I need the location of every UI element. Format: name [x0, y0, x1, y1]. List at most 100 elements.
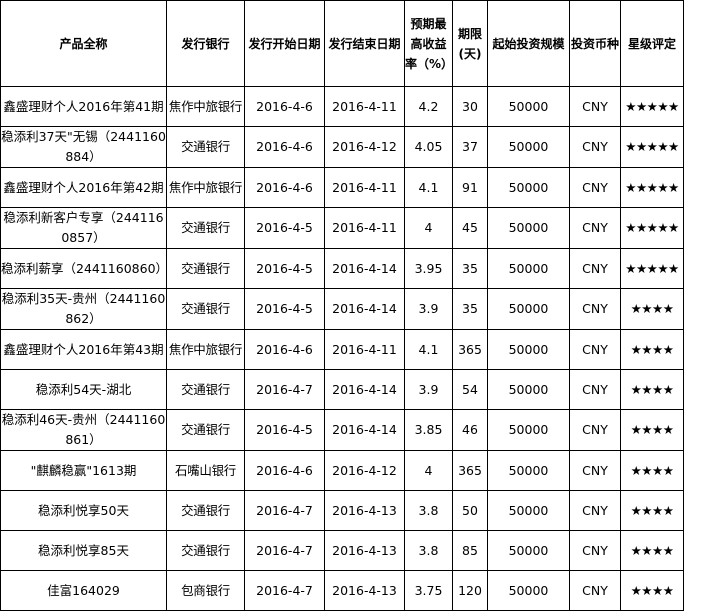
cell-product-name: "麒麟稳赢"1613期: [0, 450, 167, 491]
cell-star-rating: ★★★★★: [620, 207, 684, 249]
cell-start-date: 2016-4-6: [244, 450, 325, 491]
cell-issuing-bank: 石嘴山银行: [166, 450, 245, 491]
cell-min-investment: 50000: [487, 167, 570, 208]
cell-start-date: 2016-4-5: [244, 207, 325, 249]
cell-product-name: 鑫盛理财个人2016年第43期: [0, 329, 167, 370]
cell-end-date: 2016-4-14: [324, 248, 405, 289]
table-row: 稳添利46天-贵州（2441160861） 交通银行 2016-4-5 2016-4-…: [0, 409, 684, 451]
cell-product-name: 稳添利54天-湖北: [0, 369, 167, 410]
cell-expected-yield: 4.2: [404, 86, 453, 127]
cell-start-date: 2016-4-5: [244, 288, 325, 330]
cell-issuing-bank: 交通银行: [166, 207, 245, 249]
cell-end-date: 2016-4-14: [324, 409, 405, 451]
cell-start-date: 2016-4-6: [244, 126, 325, 168]
cell-star-rating: ★★★★: [620, 490, 684, 531]
cell-issuing-bank: 交通银行: [166, 409, 245, 451]
cell-star-rating: ★★★★: [620, 329, 684, 370]
cell-min-investment: 50000: [487, 248, 570, 289]
header-row: 产品全称 发行银行 发行开始日期 发行结束日期 预期最高收益率（%） 期限(天)…: [0, 0, 684, 87]
cell-min-investment: 50000: [487, 570, 570, 611]
cell-product-name: 稳添利新客户专享（2441160857）: [0, 207, 167, 249]
cell-currency: CNY: [569, 126, 621, 168]
cell-end-date: 2016-4-13: [324, 530, 405, 571]
table-row: 稳添利悦享85天 交通银行 2016-4-7 2016-4-13 3.8 85 50000 C…: [0, 530, 684, 571]
cell-min-investment: 50000: [487, 369, 570, 410]
header-term-days: 期限(天): [452, 0, 488, 87]
cell-min-investment: 50000: [487, 490, 570, 531]
cell-issuing-bank: 焦作中旅银行: [166, 86, 245, 127]
cell-end-date: 2016-4-12: [324, 450, 405, 491]
cell-currency: CNY: [569, 207, 621, 249]
cell-issuing-bank: 包商银行: [166, 570, 245, 611]
cell-expected-yield: 3.8: [404, 490, 453, 531]
cell-issuing-bank: 焦作中旅银行: [166, 167, 245, 208]
cell-currency: CNY: [569, 167, 621, 208]
header-product-name: 产品全称: [0, 0, 167, 87]
cell-term-days: 46: [452, 409, 488, 451]
cell-product-name: 稳添利46天-贵州（2441160861）: [0, 409, 167, 451]
cell-min-investment: 50000: [487, 530, 570, 571]
cell-end-date: 2016-4-12: [324, 126, 405, 168]
cell-expected-yield: 4.1: [404, 329, 453, 370]
cell-start-date: 2016-4-5: [244, 409, 325, 451]
cell-issuing-bank: 交通银行: [166, 490, 245, 531]
cell-start-date: 2016-4-7: [244, 369, 325, 410]
table-row: "麒麟稳赢"1613期 石嘴山银行 2016-4-6 2016-4-12 4 365 500…: [0, 450, 684, 491]
cell-end-date: 2016-4-13: [324, 570, 405, 611]
cell-product-name: 鑫盛理财个人2016年第41期: [0, 86, 167, 127]
cell-term-days: 37: [452, 126, 488, 168]
cell-currency: CNY: [569, 490, 621, 531]
cell-term-days: 35: [452, 248, 488, 289]
cell-currency: CNY: [569, 329, 621, 370]
cell-issuing-bank: 交通银行: [166, 248, 245, 289]
cell-expected-yield: 4: [404, 450, 453, 491]
cell-expected-yield: 3.75: [404, 570, 453, 611]
cell-start-date: 2016-4-5: [244, 248, 325, 289]
table-row: 稳添利35天-贵州（2441160862） 交通银行 2016-4-5 2016-4-…: [0, 288, 684, 330]
cell-start-date: 2016-4-7: [244, 570, 325, 611]
cell-star-rating: ★★★★★: [620, 248, 684, 289]
cell-end-date: 2016-4-11: [324, 329, 405, 370]
table-row: 稳添利37天"无锡（2441160884） 交通银行 2016-4-6 2016-4-…: [0, 126, 684, 168]
cell-expected-yield: 4.1: [404, 167, 453, 208]
cell-star-rating: ★★★★: [620, 530, 684, 571]
cell-star-rating: ★★★★: [620, 369, 684, 410]
cell-min-investment: 50000: [487, 86, 570, 127]
cell-star-rating: ★★★★: [620, 288, 684, 330]
header-star-rating: 星级评定: [620, 0, 684, 87]
cell-expected-yield: 3.95: [404, 248, 453, 289]
table-row: 稳添利54天-湖北 交通银行 2016-4-7 2016-4-14 3.9 54 50000…: [0, 369, 684, 410]
cell-term-days: 50: [452, 490, 488, 531]
cell-currency: CNY: [569, 570, 621, 611]
header-expected-yield: 预期最高收益率（%）: [404, 0, 453, 87]
cell-expected-yield: 4.05: [404, 126, 453, 168]
header-currency: 投资币种: [569, 0, 621, 87]
cell-product-name: 稳添利35天-贵州（2441160862）: [0, 288, 167, 330]
table-row: 鑫盛理财个人2016年第43期 焦作中旅银行 2016-4-6 2016-4-11 4.…: [0, 329, 684, 370]
cell-term-days: 85: [452, 530, 488, 571]
cell-issuing-bank: 交通银行: [166, 288, 245, 330]
cell-expected-yield: 3.9: [404, 369, 453, 410]
table-row: 稳添利新客户专享（2441160857） 交通银行 2016-4-5 2016-4-1…: [0, 207, 684, 249]
header-min-investment: 起始投资规模: [487, 0, 570, 87]
cell-star-rating: ★★★★: [620, 450, 684, 491]
cell-min-investment: 50000: [487, 409, 570, 451]
table-row: 鑫盛理财个人2016年第42期 焦作中旅银行 2016-4-6 2016-4-11 4.…: [0, 167, 684, 208]
cell-end-date: 2016-4-13: [324, 490, 405, 531]
cell-currency: CNY: [569, 248, 621, 289]
cell-currency: CNY: [569, 369, 621, 410]
cell-currency: CNY: [569, 530, 621, 571]
table-row: 佳富164029 包商银行 2016-4-7 2016-4-13 3.75 120 5000…: [0, 570, 684, 611]
cell-term-days: 30: [452, 86, 488, 127]
cell-issuing-bank: 焦作中旅银行: [166, 329, 245, 370]
cell-term-days: 35: [452, 288, 488, 330]
cell-product-name: 稳添利悦享50天: [0, 490, 167, 531]
header-issuing-bank: 发行银行: [166, 0, 245, 87]
cell-currency: CNY: [569, 409, 621, 451]
cell-currency: CNY: [569, 450, 621, 491]
cell-star-rating: ★★★★: [620, 409, 684, 451]
cell-expected-yield: 3.9: [404, 288, 453, 330]
cell-term-days: 45: [452, 207, 488, 249]
cell-currency: CNY: [569, 86, 621, 127]
product-table: 产品全称 发行银行 发行开始日期 发行结束日期 预期最高收益率（%） 期限(天)…: [0, 0, 684, 611]
